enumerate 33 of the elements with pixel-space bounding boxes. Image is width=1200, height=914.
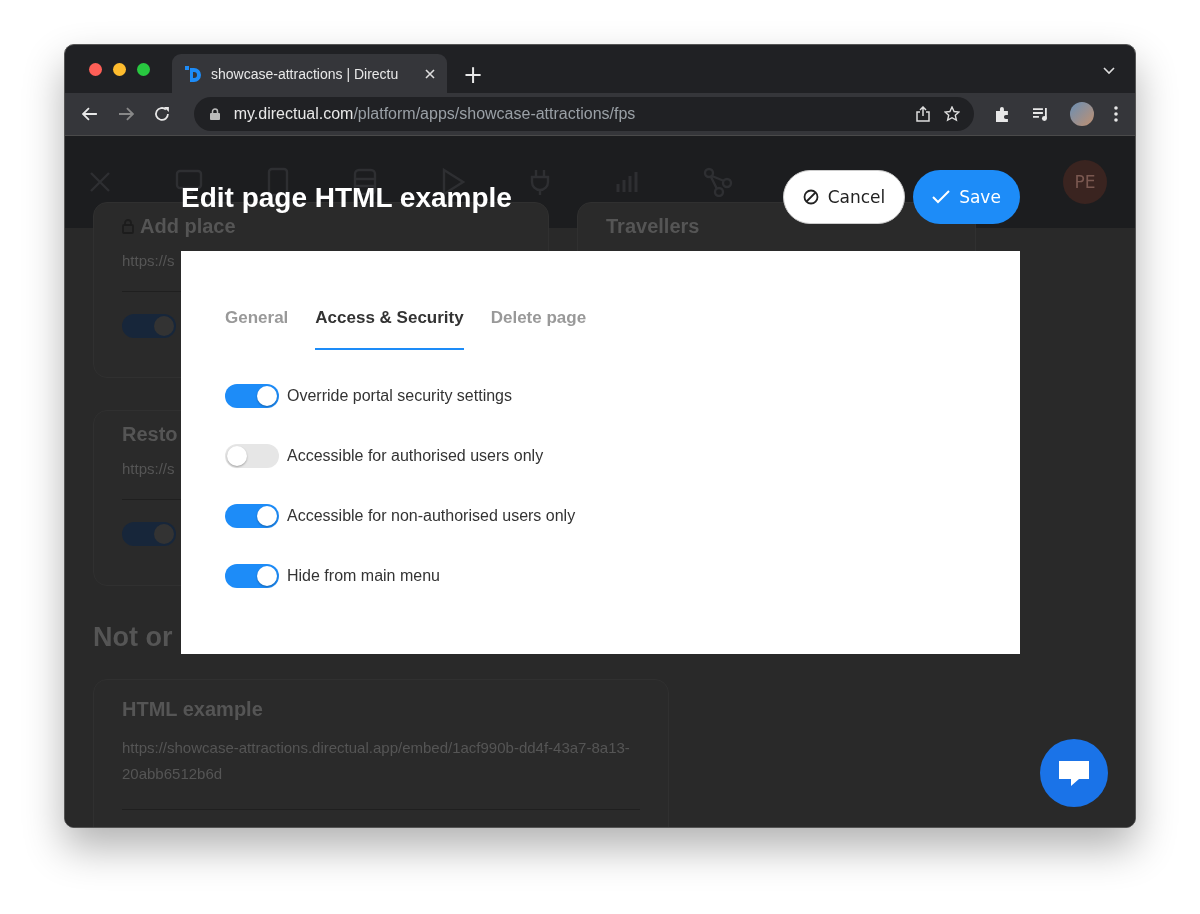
reload-icon[interactable] [153, 106, 170, 122]
back-arrow-icon[interactable] [82, 107, 98, 121]
more-icon[interactable] [1114, 106, 1118, 122]
url-text: my.directual.com/platform/apps/showcase-attractions/fps [233, 105, 636, 123]
toggle-switch[interactable] [122, 314, 176, 338]
toggle-label: Accessible for authorised users only [287, 447, 544, 465]
address-bar[interactable]: my.directual.com/platform/apps/showcase-attractions/fps [193, 97, 975, 131]
profile-avatar[interactable] [1070, 102, 1095, 126]
dialog-title: Edit page HTML example [181, 182, 512, 214]
toggle-switch[interactable] [225, 504, 279, 528]
toggle-label: Override portal security settings [287, 387, 512, 405]
star-icon[interactable] [944, 106, 961, 122]
cancel-button[interactable]: Cancel [783, 170, 905, 224]
cancel-icon [802, 189, 819, 205]
dialog-tab[interactable]: Access & Security [315, 308, 464, 350]
checkmark-icon [932, 190, 951, 204]
speech-bubble-icon [1057, 758, 1091, 788]
minimize-window-button[interactable] [113, 63, 126, 76]
toggle-switch[interactable] [225, 384, 279, 408]
toggle-label: Accessible for non-authorised users only [287, 507, 576, 525]
toggle-label: Hide from main menu [287, 567, 440, 585]
zoom-window-button[interactable] [137, 63, 150, 76]
toggle-switch[interactable] [122, 522, 176, 546]
lock-icon [209, 108, 220, 120]
toggle-switch[interactable] [225, 444, 279, 468]
chevron-down-icon[interactable] [1103, 67, 1115, 75]
share-icon[interactable] [916, 106, 931, 122]
close-window-button[interactable] [89, 63, 102, 76]
toggle-switch[interactable] [225, 564, 279, 588]
browser-tab[interactable]: showcase-attractions | Directu [172, 54, 447, 93]
forward-arrow-icon[interactable] [117, 107, 134, 121]
new-tab-button[interactable]: + [463, 63, 484, 87]
logo-icon [184, 64, 202, 83]
